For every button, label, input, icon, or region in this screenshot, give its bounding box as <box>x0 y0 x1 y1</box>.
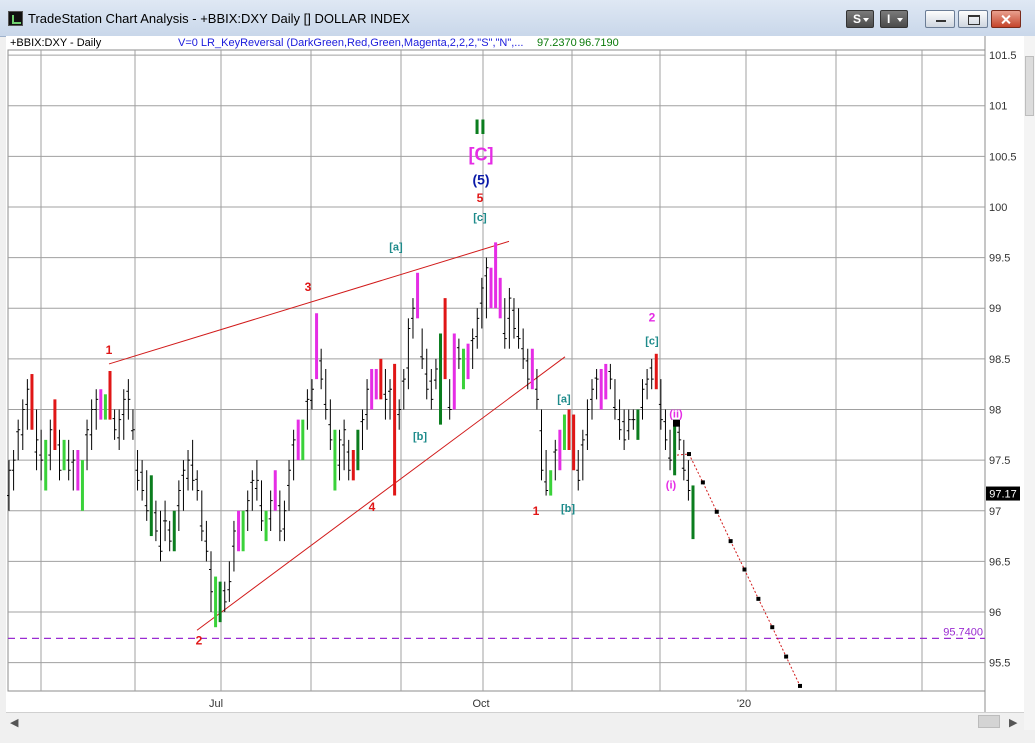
y-tick-label: 99 <box>989 303 1001 315</box>
y-tick-label: 95.5 <box>989 658 1010 670</box>
y-tick-label: 96 <box>989 607 1001 619</box>
chart-canvas: 101.5 101 100.5 100 99.5 99 98.5 98 97.5 97 96.5 96… <box>7 36 1020 712</box>
tradestation-window: TradeStation Chart Analysis - +BBIX:DXY … <box>0 0 1035 743</box>
vertical-scroll-thumb[interactable] <box>1025 56 1034 116</box>
wave-label: [b] <box>413 431 427 443</box>
indicator-value: 96.7190 <box>579 37 619 49</box>
x-tick-label: '20 <box>737 698 751 710</box>
s-dropdown-button[interactable]: S <box>846 10 874 28</box>
symbol-label: +BBIX:DXY - Daily <box>10 37 102 49</box>
projection-point <box>742 567 747 572</box>
maximize-button[interactable] <box>958 10 988 28</box>
s-button-label: S <box>853 12 862 26</box>
vertical-scrollbar[interactable] <box>1024 36 1035 730</box>
y-tick-label: 101 <box>989 101 1007 113</box>
i-button-label: I <box>887 12 891 26</box>
wave-label: 2 <box>649 310 656 324</box>
wave-label: [b] <box>561 503 575 515</box>
wave-label: (5) <box>472 172 489 188</box>
projection-point <box>756 596 761 601</box>
i-dropdown-button[interactable]: I <box>880 10 908 28</box>
projection-point <box>784 654 789 659</box>
wave-label: 4 <box>369 500 376 514</box>
y-tick-label: 96.5 <box>989 556 1010 568</box>
price-chart[interactable]: 101.5 101 100.5 100 99.5 99 98.5 98 97.5 97 96.5 96… <box>6 36 1024 712</box>
window-title: TradeStation Chart Analysis - +BBIX:DXY … <box>28 11 410 26</box>
x-tick-label: Oct <box>472 698 489 710</box>
horizontal-scrollbar[interactable]: ◀ ▶ <box>6 712 1024 731</box>
y-tick-label: 101.5 <box>989 50 1017 62</box>
wave-label: [a] <box>389 242 403 254</box>
chevron-down-icon <box>863 18 869 22</box>
projection-point <box>687 452 691 457</box>
indicator-value: 97.2370 <box>537 37 577 49</box>
projection-point <box>714 509 719 514</box>
wave-label: (i) <box>666 479 677 491</box>
y-tick-label: 97.5 <box>989 455 1010 467</box>
wave-label: 5 <box>477 191 484 205</box>
wave-label: 3 <box>305 280 312 294</box>
indicator-label: V=0 LR_KeyReversal (DarkGreen,Red,Green,… <box>178 37 523 49</box>
scroll-right-icon[interactable]: ▶ <box>1009 716 1017 729</box>
y-tick-label: 98 <box>989 404 1001 416</box>
projection-point <box>700 480 705 485</box>
wave-label: [a] <box>557 393 571 405</box>
plot-frame <box>7 49 986 692</box>
wave-label: 2 <box>196 633 203 647</box>
wave-label: 1 <box>106 343 113 357</box>
wave-label: II <box>474 116 486 139</box>
scroll-left-icon[interactable]: ◀ <box>10 716 18 729</box>
minimize-button[interactable] <box>925 10 955 28</box>
last-price-label: 97.17 <box>989 489 1017 501</box>
projection-point <box>770 625 775 630</box>
projection-point <box>728 539 733 544</box>
x-tick-label: Jul <box>209 698 223 710</box>
wave-label: [c] <box>645 336 659 348</box>
title-bar[interactable]: TradeStation Chart Analysis - +BBIX:DXY … <box>0 0 1035 37</box>
level-label: 95.7400 <box>943 626 983 638</box>
close-button[interactable] <box>991 10 1021 28</box>
scroll-thumb[interactable] <box>978 715 1000 728</box>
y-tick-label: 97 <box>989 506 1001 518</box>
y-tick-label: 98.5 <box>989 354 1010 366</box>
app-chart-icon <box>8 11 23 26</box>
projection-point <box>798 683 802 688</box>
y-tick-label: 100.5 <box>989 151 1017 163</box>
wave-label: [c] <box>473 212 487 224</box>
projection-start-marker <box>673 419 680 427</box>
chevron-down-icon <box>897 18 903 22</box>
y-tick-label: 100 <box>989 202 1007 214</box>
y-tick-label: 99.5 <box>989 253 1010 265</box>
wave-label: [C] <box>469 144 494 164</box>
wave-label: 1 <box>533 504 540 518</box>
wave-label: (ii) <box>669 409 683 421</box>
